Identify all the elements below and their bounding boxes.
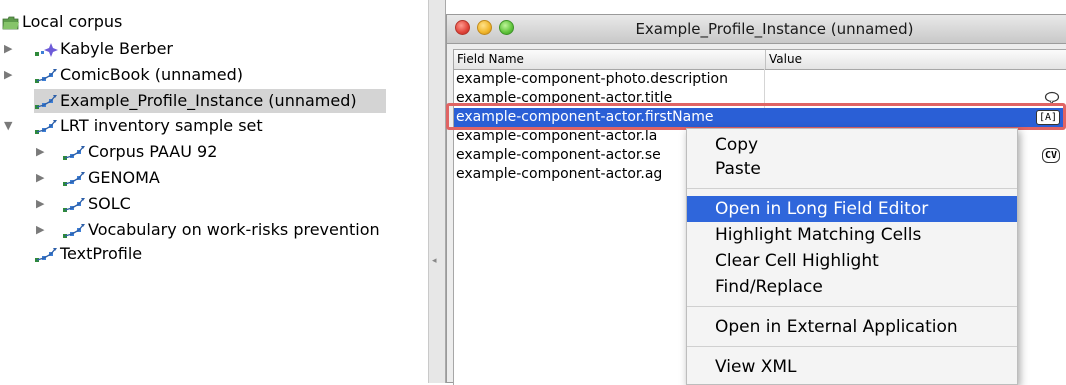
- expand-arrow-icon[interactable]: ▶: [36, 218, 48, 242]
- tree-root-label: Local corpus: [22, 12, 123, 31]
- menu-item-clear-cell-highlight[interactable]: Clear Cell Highlight: [687, 248, 1017, 274]
- table-row[interactable]: example-component-actor.title: [454, 89, 1066, 108]
- expand-arrow-icon[interactable]: ▶: [4, 37, 16, 61]
- column-header-field-name[interactable]: Field Name: [454, 50, 766, 69]
- tree-item-label: Example_Profile_Instance (unnamed): [60, 91, 357, 110]
- network-node-icon: [34, 118, 58, 134]
- tree-item-label: Corpus PAAU 92: [88, 142, 218, 161]
- network-node-icon: [62, 196, 86, 212]
- tree-item-genoma[interactable]: ▶ GENOMA: [0, 166, 428, 190]
- field-name-cell: example-component-photo.description: [456, 71, 728, 87]
- expand-arrow-icon[interactable]: ▶: [36, 140, 48, 164]
- expand-arrow-icon[interactable]: ▶: [4, 63, 16, 87]
- menu-item-view-xml[interactable]: View XML: [687, 354, 1017, 380]
- tree-item-label: TextProfile: [60, 244, 143, 263]
- column-header-value[interactable]: Value: [766, 50, 802, 69]
- tree-item-textprofile[interactable]: TextProfile: [0, 242, 428, 266]
- network-node-icon: [62, 144, 86, 160]
- window-titlebar[interactable]: Example_Profile_Instance (unnamed): [447, 15, 1066, 44]
- tree-item-solc[interactable]: ▶ SOLC: [0, 192, 428, 216]
- tree-item-label: Kabyle Berber: [60, 39, 173, 58]
- network-node-icon: [34, 246, 58, 262]
- tree-item-lrt-inventory[interactable]: ▼ LRT inventory sample set: [0, 114, 428, 138]
- expand-arrow-icon[interactable]: ▶: [36, 166, 48, 190]
- network-node-icon: [62, 170, 86, 186]
- tree-item-label: SOLC: [88, 194, 131, 213]
- network-node-icon: [62, 222, 86, 238]
- text-type-badge[interactable]: [A]: [1035, 110, 1060, 125]
- network-node-icon: [34, 67, 58, 83]
- menu-item-open-long-field-editor[interactable]: Open in Long Field Editor: [687, 196, 1017, 222]
- window-title: Example_Profile_Instance (unnamed): [635, 20, 914, 38]
- context-menu: Copy Paste Open in Long Field Editor Hig…: [686, 128, 1018, 385]
- menu-separator: [687, 306, 1017, 307]
- controlled-vocabulary-badge[interactable]: CV: [1041, 148, 1060, 163]
- table-row[interactable]: example-component-photo.description: [454, 70, 1066, 89]
- menu-item-paste[interactable]: Paste: [687, 156, 1017, 182]
- grip-icon: ◂: [432, 256, 437, 266]
- field-name-cell: example-component-actor.title: [456, 90, 673, 106]
- menu-item-open-external-application[interactable]: Open in External Application: [687, 314, 1017, 340]
- tree-item-example-profile-instance[interactable]: Example_Profile_Instance (unnamed): [34, 89, 386, 113]
- tree-item-label: LRT inventory sample set: [60, 116, 263, 135]
- corpus-tree[interactable]: Local corpus ▶ Kabyle Berber ▶ ComicBook…: [0, 0, 429, 383]
- tree-item-corpus-paau-92[interactable]: ▶ Corpus PAAU 92: [0, 140, 428, 164]
- table-row-selected[interactable]: example-component-actor.firstName [A]: [454, 108, 1066, 127]
- tree-item-label: Vocabulary on work-risks prevention: [88, 220, 380, 239]
- folder-icon: [2, 14, 20, 30]
- tree-item-label: ComicBook (unnamed): [60, 65, 243, 84]
- field-name-cell: example-component-actor.firstName: [456, 109, 714, 125]
- tree-item-vocabulary[interactable]: ▶ Vocabulary on work-risks prevention: [0, 218, 428, 242]
- menu-item-copy[interactable]: Copy: [687, 132, 1017, 158]
- tree-item-comicbook[interactable]: ▶ ComicBook (unnamed): [0, 63, 428, 87]
- network-node-icon: [34, 93, 58, 109]
- collapse-arrow-icon[interactable]: ▼: [4, 114, 16, 138]
- menu-item-find-replace[interactable]: Find/Replace: [687, 274, 1017, 300]
- menu-separator: [687, 188, 1017, 189]
- table-header: Field Name Value: [454, 50, 1066, 70]
- tree-item-kabyle-berber[interactable]: ▶ Kabyle Berber: [0, 37, 428, 61]
- profile-star-icon: [34, 41, 58, 57]
- expand-arrow-icon[interactable]: ▶: [36, 192, 48, 216]
- menu-separator: [687, 346, 1017, 347]
- menu-item-highlight-matching-cells[interactable]: Highlight Matching Cells: [687, 222, 1017, 248]
- split-pane-divider[interactable]: ◂: [428, 0, 446, 383]
- tree-item-label: GENOMA: [88, 168, 160, 187]
